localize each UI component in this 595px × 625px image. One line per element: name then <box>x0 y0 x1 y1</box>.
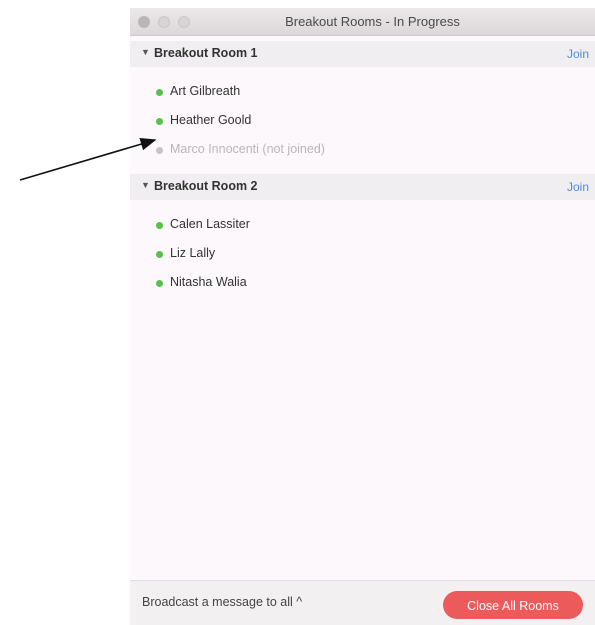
arrow-icon <box>19 137 157 181</box>
